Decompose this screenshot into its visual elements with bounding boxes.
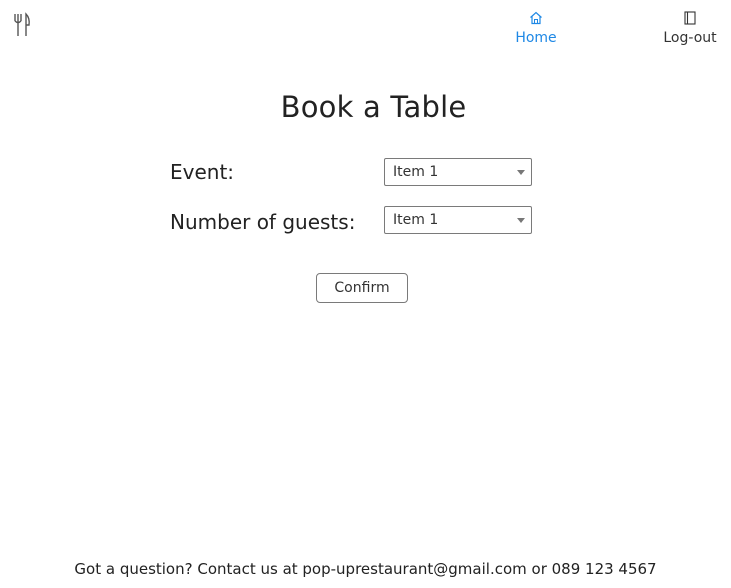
event-select-value: Item 1 [393,164,439,180]
footer-contact: Got a question? Contact us at pop-uprest… [74,560,657,578]
nav-logout-label: Log-out [663,30,717,46]
chevron-down-icon [517,218,525,223]
home-icon [530,11,542,25]
event-select[interactable]: Item 1 [384,158,532,186]
fork-knife-icon[interactable] [12,12,32,38]
guests-label: Number of guests: [170,210,356,234]
nav-home[interactable]: Home [512,10,560,47]
book-icon [684,11,696,25]
chevron-down-icon [517,170,525,175]
nav-logout[interactable]: Log-out [658,10,722,47]
page-title: Book a Table [280,90,467,124]
confirm-button[interactable]: Confirm [316,273,408,303]
nav-home-label: Home [515,30,557,46]
event-label: Event: [170,160,235,184]
guests-select-value: Item 1 [393,212,439,228]
guests-select[interactable]: Item 1 [384,206,532,234]
